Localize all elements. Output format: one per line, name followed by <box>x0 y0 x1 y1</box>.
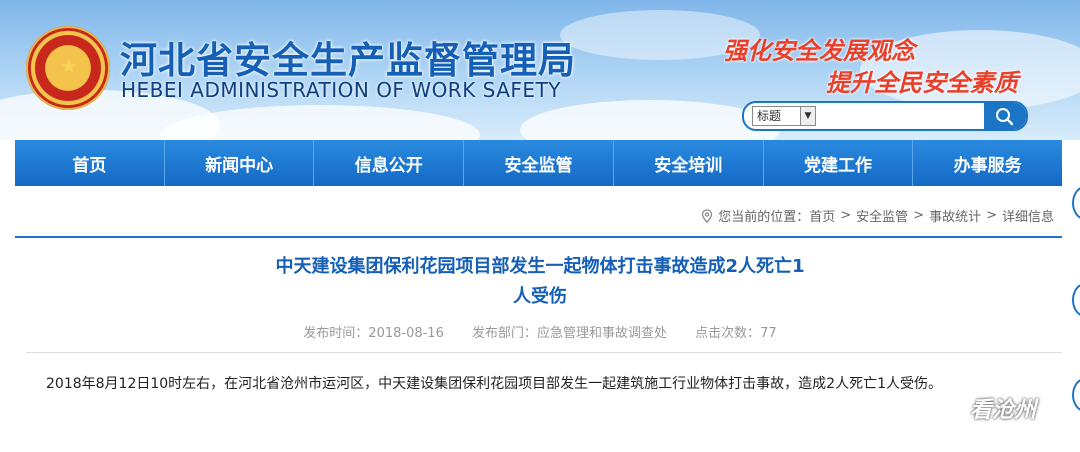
breadcrumb-separator: > <box>840 208 852 223</box>
nav-item-supervision[interactable]: 安全监管 <box>463 140 613 186</box>
emblem-logo: ★ <box>26 26 110 110</box>
breadcrumb-separator: > <box>913 208 925 223</box>
nav-item-services[interactable]: 办事服务 <box>912 140 1062 186</box>
search-input[interactable] <box>818 105 978 127</box>
breadcrumb: 您当前的位置： 首页 > 安全监管 > 事故统计 > 详细信息 <box>700 206 1054 225</box>
search-button[interactable] <box>984 103 1026 129</box>
breadcrumb-item-supervision[interactable]: 安全监管 <box>856 206 908 225</box>
article-title: 中天建设集团保利花园项目部发生一起物体打击事故造成2人死亡1 人受伤 <box>140 252 940 312</box>
watermark: 看沧州 <box>930 392 1036 424</box>
divider <box>26 352 1062 353</box>
side-float-button[interactable] <box>1072 378 1080 412</box>
breadcrumb-prefix: 您当前的位置： <box>718 210 810 225</box>
search-field-select[interactable]: 标题 ▼ <box>752 106 816 126</box>
chevron-down-icon[interactable]: ▼ <box>800 107 815 125</box>
page: ★ 河北省安全生产监督管理局 HEBEI ADMINISTRATION OF W… <box>0 0 1080 452</box>
nav-item-party[interactable]: 党建工作 <box>762 140 913 186</box>
main-nav: 首页 新闻中心 信息公开 安全监管 安全培训 党建工作 办事服务 <box>15 140 1062 186</box>
search-icon <box>996 108 1014 126</box>
nav-item-training[interactable]: 安全培训 <box>612 140 763 186</box>
publish-department: 发布部门：应急管理和事故调查处 <box>472 326 668 341</box>
article-title-line-1: 中天建设集团保利花园项目部发生一起物体打击事故造成2人死亡1 <box>275 256 805 277</box>
breadcrumb-item-detail[interactable]: 详细信息 <box>1002 206 1054 225</box>
publish-date: 发布时间：2018-08-16 <box>303 326 444 341</box>
wechat-icon <box>931 395 963 420</box>
header-banner: ★ 河北省安全生产监督管理局 HEBEI ADMINISTRATION OF W… <box>0 0 1080 140</box>
slogan-1: 强化安全发展观念 <box>723 37 915 65</box>
breadcrumb-item-statistics[interactable]: 事故统计 <box>929 206 981 225</box>
nav-item-news[interactable]: 新闻中心 <box>163 140 314 186</box>
site-title: 河北省安全生产监督管理局 <box>120 39 576 82</box>
search-field-label: 标题 <box>757 109 782 123</box>
article-body: 2018年8月12日10时左右，在河北省沧州市运河区，中天建设集团保利花园项目部… <box>46 376 942 392</box>
side-float-button[interactable] <box>1072 283 1080 317</box>
breadcrumb-bar: 您当前的位置： 首页 > 安全监管 > 事故统计 > 详细信息 <box>15 186 1062 238</box>
slogan-2: 提升全民安全素质 <box>826 69 1018 97</box>
side-float-button[interactable] <box>1072 186 1080 220</box>
breadcrumb-item-home[interactable]: 首页 <box>809 206 835 225</box>
nav-item-disclosure[interactable]: 信息公开 <box>313 140 463 186</box>
breadcrumb-separator: > <box>986 208 997 223</box>
watermark-text: 看沧州 <box>970 398 1037 423</box>
star-icon: ★ <box>60 54 78 78</box>
location-pin-icon <box>702 208 713 223</box>
click-count: 点击次数：77 <box>695 326 777 341</box>
article-meta: 发布时间：2018-08-16 发布部门：应急管理和事故调查处 点击次数：77 <box>0 322 1080 341</box>
nav-item-home[interactable]: 首页 <box>15 140 164 186</box>
site-subtitle: HEBEI ADMINISTRATION OF WORK SAFETY <box>121 78 561 102</box>
article-title-line-2: 人受伤 <box>513 286 567 307</box>
cloud-decoration <box>520 100 780 140</box>
search-box: 标题 ▼ <box>742 101 1028 131</box>
